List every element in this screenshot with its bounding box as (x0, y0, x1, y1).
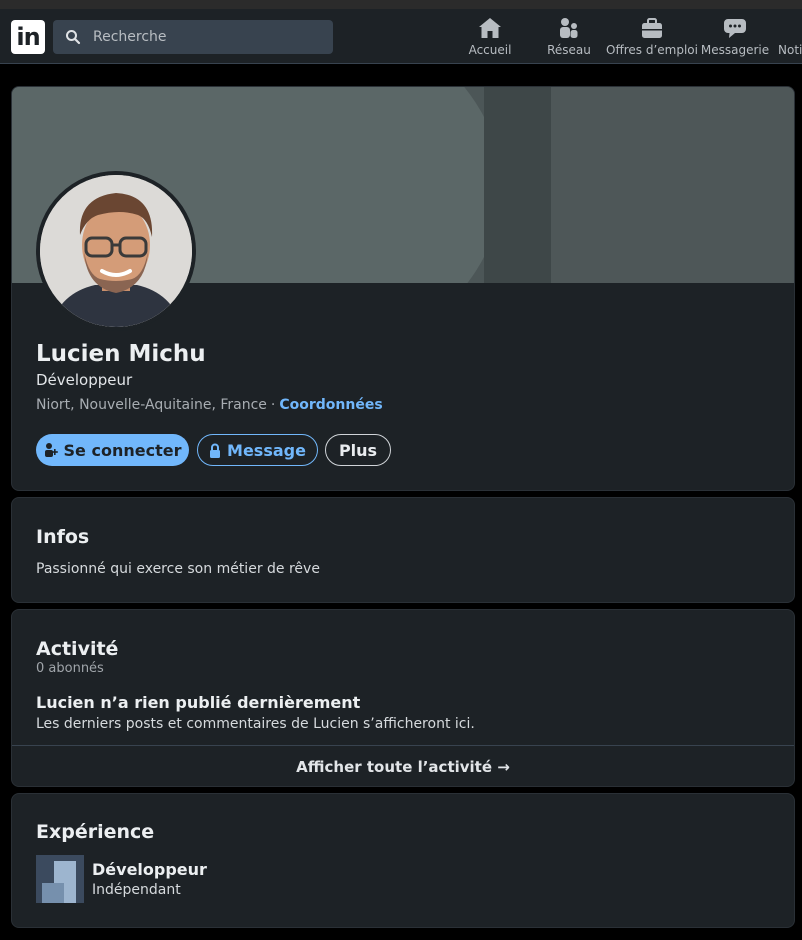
message-button[interactable]: Message (197, 434, 318, 466)
messaging-icon (723, 15, 747, 39)
nav-label-notifications: Noti (778, 43, 802, 57)
nav-item-network[interactable]: Réseau (545, 15, 593, 59)
contact-info-link[interactable]: Coordonnées (279, 397, 382, 413)
network-icon (557, 15, 581, 39)
activity-card: Activité 0 abonnés Lucien n’a rien publi… (11, 609, 795, 787)
activity-title: Activité (36, 638, 119, 660)
followers-count[interactable]: 0 abonnés (36, 661, 104, 676)
experience-card: Expérience Développeur Indépendant (11, 793, 795, 928)
home-icon (478, 15, 502, 39)
profile-name: Lucien Michu (36, 341, 206, 367)
search-icon (53, 29, 93, 45)
activity-empty-title: Lucien n’a rien publié dernièrement (36, 693, 361, 712)
avatar[interactable] (36, 171, 196, 331)
experience-role: Développeur (92, 860, 207, 879)
nav-item-jobs[interactable]: Offres d’emploi (606, 15, 698, 59)
profile-location-line: Niort, Nouvelle-Aquitaine, France · Coordo… (36, 397, 383, 413)
more-label: Plus (338, 440, 378, 460)
briefcase-icon (640, 15, 664, 39)
profile-headline: Développeur (36, 371, 133, 389)
message-label: Message (227, 440, 306, 460)
separator-dot: · (270, 397, 276, 413)
about-card: Infos Passionné qui exerce son métier de… (11, 497, 795, 603)
nav-label-home: Accueil (468, 43, 512, 57)
more-button[interactable]: Plus (325, 434, 391, 466)
lock-icon (209, 443, 221, 458)
nav-item-messaging[interactable]: Messagerie (700, 15, 770, 59)
top-navbar: in Accueil Réseau Offres d’emploi Messag… (0, 9, 802, 64)
profile-photo (40, 175, 192, 327)
add-person-icon (44, 442, 58, 458)
nav-item-notifications[interactable]: Noti (778, 15, 802, 59)
linkedin-logo-icon[interactable]: in (11, 20, 45, 54)
nav-item-home[interactable]: Accueil (469, 15, 511, 59)
search-box[interactable] (53, 20, 333, 54)
company-logo-icon[interactable] (36, 855, 84, 903)
nav-label-jobs: Offres d’emploi (606, 43, 698, 57)
show-all-activity-link[interactable]: Afficher toute l’activité → (12, 758, 794, 776)
about-text: Passionné qui exerce son métier de rêve (36, 561, 320, 577)
connect-label: Se connecter (63, 440, 182, 460)
activity-empty-text: Les derniers posts et commentaires de Lu… (36, 716, 475, 732)
profile-card: Lucien Michu Développeur Niort, Nouvelle… (11, 86, 795, 491)
nav-label-messaging: Messagerie (700, 43, 770, 57)
search-input[interactable] (93, 29, 323, 45)
profile-location: Niort, Nouvelle-Aquitaine, France (36, 397, 267, 413)
about-title: Infos (36, 526, 90, 548)
experience-title: Expérience (36, 821, 155, 843)
browser-tab-strip (0, 0, 802, 9)
nav-label-network: Réseau (547, 43, 591, 57)
connect-button[interactable]: Se connecter (36, 434, 189, 466)
divider (12, 745, 794, 746)
experience-company: Indépendant (92, 882, 181, 898)
